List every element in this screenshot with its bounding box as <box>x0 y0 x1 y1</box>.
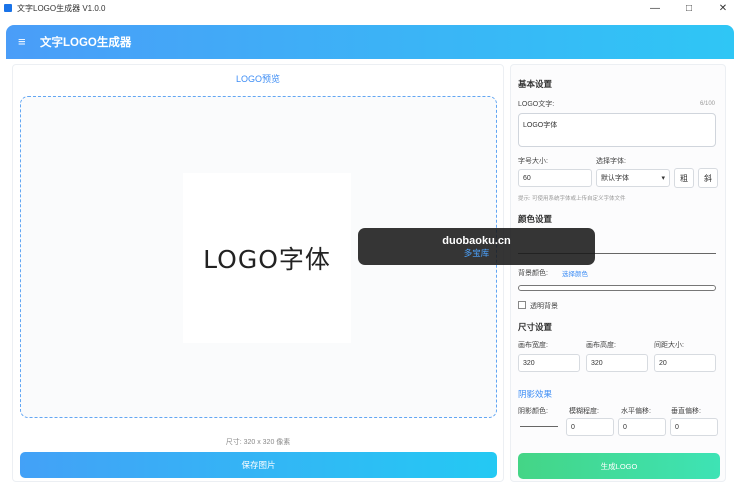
shadow-color-bar[interactable] <box>520 426 558 427</box>
watermark-main-text: duobaoku.cn <box>442 234 511 247</box>
font-select-value: 默认字体 <box>601 175 629 182</box>
font-label: 选择字体: <box>596 158 626 165</box>
shadow-x-input[interactable]: 0 <box>618 418 666 436</box>
bold-button[interactable]: 粗 <box>674 168 694 188</box>
shadow-settings-title: 阴影效果 <box>518 389 553 399</box>
preview-title: LOGO预览 <box>235 74 280 84</box>
width-label: 画布宽度: <box>518 342 548 349</box>
height-input[interactable]: 320 <box>586 354 648 372</box>
basic-settings-title: 基本设置 <box>518 79 553 89</box>
transparent-label: 透明背景 <box>530 303 558 310</box>
logo-text: LOGO字体 <box>203 245 331 274</box>
size-settings-title: 尺寸设置 <box>518 322 553 332</box>
shadow-y-label: 垂直偏移: <box>671 408 701 415</box>
font-size-input[interactable]: 60 <box>518 169 592 187</box>
close-icon[interactable]: ✕ <box>706 0 740 16</box>
watermark-sub-text: 多宝库 <box>463 247 490 258</box>
minimize-icon[interactable]: — <box>638 0 672 16</box>
width-input[interactable]: 320 <box>518 354 580 372</box>
app-icon <box>4 4 12 12</box>
settings-section: 基本设置 LOGO文字: 6/100 LOGO字体 字号大小: 选择字体: 60… <box>512 66 724 480</box>
margin-input[interactable]: 20 <box>654 354 716 372</box>
bg-color-label: 背景颜色: <box>518 270 548 277</box>
shadow-color-label: 阴影颜色: <box>518 408 548 415</box>
logo-text-count: 6/100 <box>700 101 716 107</box>
maximize-icon[interactable]: □ <box>672 0 706 16</box>
font-hint: 提示: 可使用系统字体或上传自定义字体文件 <box>518 196 626 202</box>
window-title: 文字LOGO生成器 V1.0.0 <box>17 3 106 13</box>
app-header: ≡ 文字LOGO生成器 <box>6 25 734 59</box>
app-title: 文字LOGO生成器 <box>40 37 132 49</box>
bg-color-slider[interactable] <box>518 285 716 291</box>
watermark-overlay: duobaoku.cn 多宝库 <box>358 228 595 265</box>
logo-canvas: LOGO字体 <box>183 173 351 343</box>
shadow-x-label: 水平偏移: <box>621 408 651 415</box>
height-label: 画布高度: <box>586 342 616 349</box>
chevron-down-icon: ▾ <box>661 175 665 182</box>
transparent-checkbox[interactable] <box>518 301 526 309</box>
color-settings-title: 颜色设置 <box>518 214 553 224</box>
window-titlebar: 文字LOGO生成器 V1.0.0 — □ ✕ <box>0 0 740 16</box>
save-image-button[interactable]: 保存图片 <box>20 452 497 478</box>
shadow-blur-label: 模糊程度: <box>569 408 599 415</box>
generate-logo-button[interactable]: 生成LOGO <box>518 453 720 479</box>
preview-section: LOGO预览 LOGO字体 尺寸: 320 x 320 像素 保存图片 <box>14 66 502 480</box>
size-note: 尺寸: 320 x 320 像素 <box>225 439 291 446</box>
margin-label: 间距大小: <box>654 342 684 349</box>
logo-app-icon: ≡ <box>18 34 26 49</box>
italic-button[interactable]: 斜 <box>698 168 718 188</box>
logo-text-input[interactable]: LOGO字体 <box>518 113 716 147</box>
bg-color-link[interactable]: 选择颜色 <box>562 268 588 278</box>
font-size-label: 字号大小: <box>518 158 548 165</box>
shadow-y-input[interactable]: 0 <box>670 418 718 436</box>
shadow-blur-input[interactable]: 0 <box>566 418 614 436</box>
logo-text-label: LOGO文字: <box>518 101 555 108</box>
font-select[interactable]: 默认字体 ▾ <box>596 169 670 187</box>
